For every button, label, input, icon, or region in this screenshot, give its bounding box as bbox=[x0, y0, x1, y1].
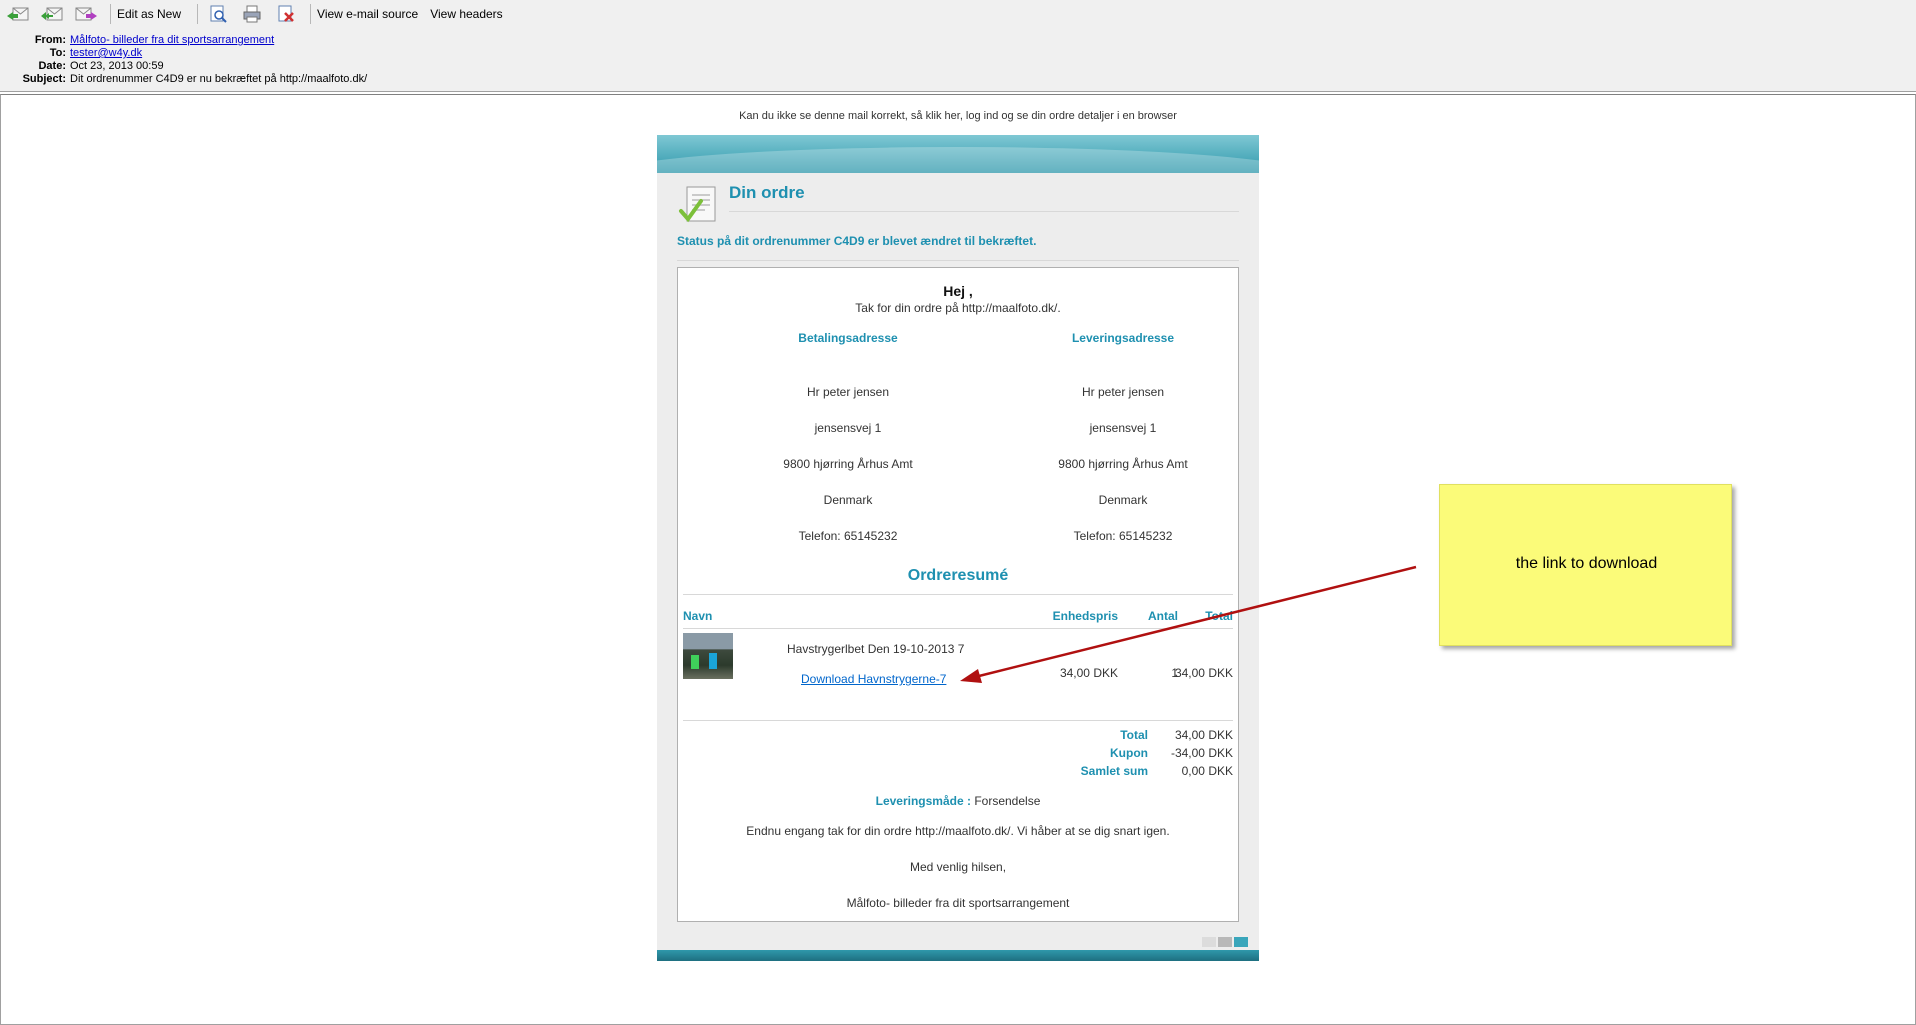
regards-text: Med venlig hilsen, bbox=[909, 860, 1007, 874]
email-banner bbox=[657, 135, 1259, 173]
delivery-label: Leveringsmåde : bbox=[875, 794, 971, 808]
reply-icon[interactable] bbox=[4, 3, 32, 25]
divider bbox=[729, 211, 1239, 212]
shipping-phone: Telefon: 65145232 bbox=[1073, 529, 1173, 543]
footer-dot bbox=[1202, 937, 1216, 947]
billing-heading: Betalingsadresse bbox=[798, 331, 898, 345]
shipping-country: Denmark bbox=[1098, 493, 1148, 507]
reply-all-icon[interactable] bbox=[38, 3, 66, 25]
closing-text: Endnu engang tak for din ordre http://ma… bbox=[746, 824, 1170, 838]
summary-heading: Ordreresumé bbox=[907, 567, 1009, 584]
toolbar-separator bbox=[310, 4, 312, 24]
document-check-icon bbox=[677, 183, 723, 229]
annotation-sticky-note: the link to download bbox=[1439, 484, 1732, 646]
total-label: Total bbox=[1120, 728, 1148, 742]
footer-dot bbox=[1234, 937, 1248, 947]
greeting: Hej , bbox=[943, 283, 973, 299]
delivery-value: Forsendelse bbox=[974, 794, 1041, 808]
toolbar-separator bbox=[110, 4, 111, 24]
divider bbox=[683, 628, 1233, 629]
from-link[interactable]: Målfoto- billeder fra dit sportsarrangem… bbox=[70, 34, 274, 46]
download-link[interactable]: Download Havnstrygerne-7 bbox=[801, 672, 946, 686]
col-header-unit-price: Enhedspris bbox=[1052, 609, 1118, 623]
view-source-button[interactable]: View e-mail source bbox=[317, 7, 418, 21]
to-label: To: bbox=[49, 47, 66, 59]
toolbar: Edit as New View e-mail source View head… bbox=[0, 0, 1916, 28]
mail-header: From: Målfoto- billeder fra dit sportsar… bbox=[0, 28, 1916, 92]
order-details-box: Hej , Tak for din ordre på http://maalfo… bbox=[677, 267, 1239, 922]
to-value: tester@w4y.dk bbox=[70, 47, 142, 60]
divider bbox=[683, 720, 1233, 721]
email-card: Din ordre Status på dit ordrenummer C4D9… bbox=[657, 135, 1259, 961]
shipping-street: jensensvej 1 bbox=[1089, 421, 1157, 435]
date-value: Oct 23, 2013 00:59 bbox=[70, 60, 164, 72]
product-thumbnail[interactable] bbox=[683, 633, 733, 679]
billing-city: 9800 hjørring Århus Amt bbox=[783, 457, 913, 471]
subject-label: Subject: bbox=[22, 73, 66, 85]
total-value: 34,00 DKK bbox=[1174, 728, 1233, 742]
divider bbox=[677, 260, 1239, 261]
subject-value: Dit ordrenummer C4D9 er nu bekræftet på … bbox=[70, 73, 368, 85]
coupon-value: -34,00 DKK bbox=[1170, 746, 1233, 760]
print-icon[interactable] bbox=[238, 3, 266, 25]
item-unit-price: 34,00 DKK bbox=[1059, 666, 1118, 680]
toolbar-separator bbox=[197, 4, 199, 24]
date-label: Date: bbox=[38, 60, 66, 72]
col-header-qty: Antal bbox=[1148, 609, 1178, 623]
view-headers-button[interactable]: View headers bbox=[430, 7, 503, 21]
footer-dot bbox=[1218, 937, 1232, 947]
thanks-text: Tak for din ordre på http://maalfoto.dk/… bbox=[855, 301, 1061, 315]
delete-icon[interactable] bbox=[272, 3, 300, 25]
billing-country: Denmark bbox=[823, 493, 873, 507]
shipping-heading: Leveringsadresse bbox=[1071, 331, 1175, 345]
edit-as-new-button[interactable]: Edit as New bbox=[117, 7, 181, 21]
delivery-line: Leveringsmåde : Forsendelse bbox=[678, 794, 1238, 808]
billing-name: Hr peter jensen bbox=[806, 385, 890, 399]
view-in-browser-note[interactable]: Kan du ikke se denne mail korrekt, så kl… bbox=[0, 110, 1916, 122]
shipping-name: Hr peter jensen bbox=[1081, 385, 1165, 399]
order-title: Din ordre bbox=[729, 183, 805, 202]
item-total: 34,00 DKK bbox=[1174, 666, 1233, 680]
billing-phone: Telefon: 65145232 bbox=[798, 529, 898, 543]
col-header-name: Navn bbox=[683, 609, 713, 623]
sum-label: Samlet sum bbox=[1080, 764, 1148, 778]
forward-icon[interactable] bbox=[72, 3, 100, 25]
annotation-text: the link to download bbox=[1515, 555, 1658, 572]
sum-value: 0,00 DKK bbox=[1181, 764, 1233, 778]
email-footer-bar bbox=[657, 950, 1259, 961]
coupon-label: Kupon bbox=[1110, 746, 1148, 760]
col-header-total: Total bbox=[1205, 609, 1233, 623]
to-link[interactable]: tester@w4y.dk bbox=[70, 47, 142, 59]
order-status: Status på dit ordrenummer C4D9 er blevet… bbox=[677, 234, 1037, 248]
signature-text: Målfoto- billeder fra dit sportsarrangem… bbox=[846, 896, 1070, 910]
divider bbox=[683, 594, 1233, 595]
shipping-city: 9800 hjørring Århus Amt bbox=[1058, 457, 1188, 471]
product-name: Havstrygerlbet Den 19-10-2013 7 bbox=[787, 642, 965, 656]
from-value: Målfoto- billeder fra dit sportsarrangem… bbox=[70, 34, 274, 47]
from-label: From: bbox=[34, 34, 66, 46]
billing-street: jensensvej 1 bbox=[814, 421, 882, 435]
preview-icon[interactable] bbox=[204, 3, 232, 25]
